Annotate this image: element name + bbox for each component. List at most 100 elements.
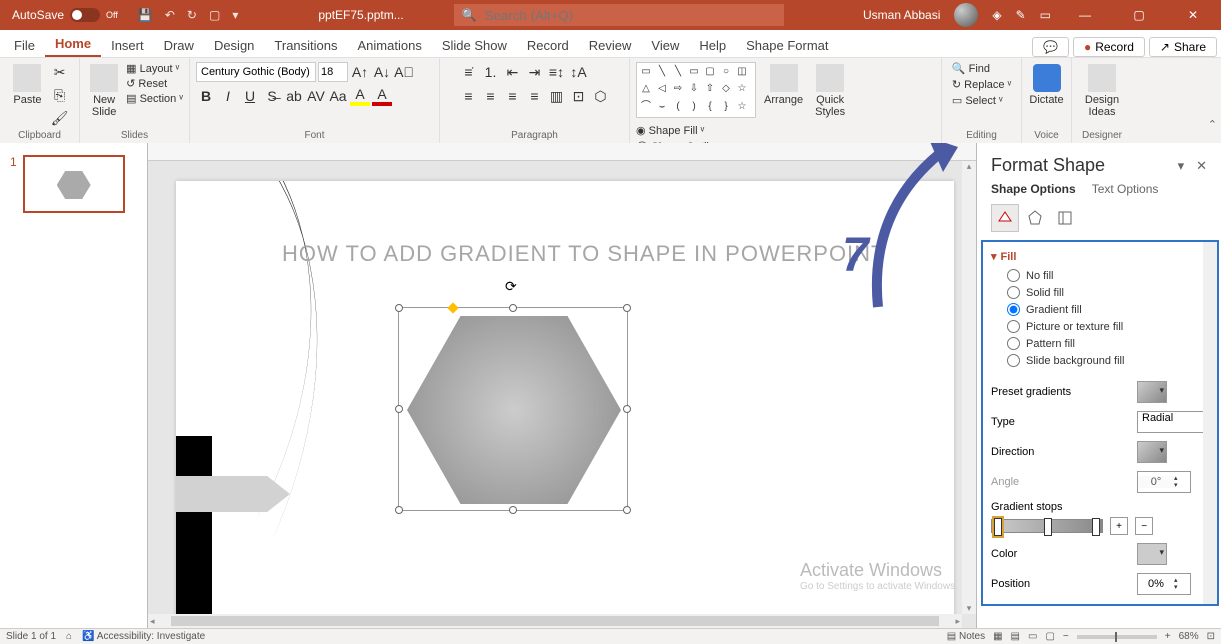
- opt-slide-bg-fill[interactable]: Slide background fill: [1007, 354, 1217, 367]
- quick-styles-button[interactable]: Quick Styles: [811, 62, 849, 120]
- username[interactable]: Usman Abbasi: [863, 8, 940, 22]
- cut-icon[interactable]: ✂: [50, 62, 70, 82]
- grow-font-icon[interactable]: A↑: [350, 62, 370, 82]
- reset-button[interactable]: ↺ Reset: [126, 77, 183, 90]
- accessibility-button[interactable]: ♿ Accessibility: Investigate: [82, 631, 205, 642]
- tab-draw[interactable]: Draw: [154, 34, 204, 57]
- present-icon[interactable]: ▢: [209, 8, 220, 22]
- tab-insert[interactable]: Insert: [101, 34, 154, 57]
- reading-view-icon[interactable]: ▭: [1028, 631, 1037, 642]
- tab-shape-options[interactable]: Shape Options: [991, 182, 1076, 196]
- fill-line-icon[interactable]: [991, 204, 1019, 232]
- edit-pane[interactable]: HOW TO ADD GRADIENT TO SHAPE IN POWERPOI…: [148, 143, 976, 628]
- slide-thumbnail[interactable]: 1: [10, 155, 137, 213]
- zoom-slider[interactable]: [1077, 635, 1157, 639]
- font-color-icon[interactable]: A: [372, 86, 392, 106]
- collapse-ribbon-icon[interactable]: ⌃: [1208, 118, 1217, 131]
- tab-shape-format[interactable]: Shape Format: [736, 34, 838, 57]
- find-button[interactable]: 🔍 Find: [952, 62, 990, 75]
- tab-design[interactable]: Design: [204, 34, 264, 57]
- shape-gallery[interactable]: ▭╲╲▭▢○◫ △◁⇨⇩⇧◇☆ ⌒⌣(){}☆: [636, 62, 756, 118]
- remove-stop-button[interactable]: −: [1135, 517, 1153, 535]
- rotate-handle[interactable]: ⟳: [505, 278, 517, 295]
- smartart-icon[interactable]: ⬡: [591, 86, 611, 106]
- opt-no-fill[interactable]: No fill: [1007, 269, 1217, 282]
- minimize-button[interactable]: —: [1065, 8, 1105, 22]
- pane-options-icon[interactable]: ▾: [1178, 158, 1185, 174]
- spacing-icon[interactable]: AV: [306, 86, 326, 106]
- fit-window-icon[interactable]: ⊡: [1207, 631, 1215, 642]
- resize-handle[interactable]: [623, 506, 631, 514]
- tab-transitions[interactable]: Transitions: [264, 34, 347, 57]
- hexagon-shape[interactable]: [407, 316, 621, 504]
- position-spinner[interactable]: ▴▾: [1137, 573, 1191, 595]
- qat-dropdown-icon[interactable]: ▾: [232, 8, 238, 22]
- arrow-shape[interactable]: [176, 476, 290, 512]
- scroll-right-icon[interactable]: ▸: [955, 616, 960, 627]
- ribbon-mode-icon[interactable]: ▭: [1040, 8, 1051, 22]
- tab-review[interactable]: Review: [579, 34, 642, 57]
- pane-scrollbar[interactable]: [1203, 242, 1217, 604]
- sorter-view-icon[interactable]: ▤: [1011, 631, 1020, 642]
- scroll-left-icon[interactable]: ◂: [150, 616, 155, 627]
- resize-handle[interactable]: [509, 304, 517, 312]
- numbering-icon[interactable]: 1.: [481, 62, 501, 82]
- align-left-icon[interactable]: ≡: [459, 86, 479, 106]
- resize-handle[interactable]: [395, 405, 403, 413]
- preset-gradient-button[interactable]: [1137, 381, 1167, 403]
- position-input[interactable]: [1138, 578, 1174, 590]
- select-button[interactable]: ▭ Select ᵛ: [952, 94, 1003, 107]
- toggle-off-icon[interactable]: [70, 8, 100, 22]
- paste-button[interactable]: Paste: [9, 62, 45, 108]
- tab-record[interactable]: Record: [517, 34, 579, 57]
- clear-format-icon[interactable]: A⃠: [394, 62, 414, 82]
- section-button[interactable]: ▤ Section ᵛ: [126, 92, 183, 105]
- resize-handle[interactable]: [395, 304, 403, 312]
- outdent-icon[interactable]: ⇤: [503, 62, 523, 82]
- resize-handle[interactable]: [623, 405, 631, 413]
- vertical-scrollbar[interactable]: ▴▾: [962, 161, 976, 614]
- italic-icon[interactable]: I: [218, 86, 238, 106]
- shape-selection-box[interactable]: ⟳: [398, 307, 628, 511]
- notes-button[interactable]: ▤ Notes: [947, 631, 985, 642]
- tab-slideshow[interactable]: Slide Show: [432, 34, 517, 57]
- opt-pattern-fill[interactable]: Pattern fill: [1007, 337, 1217, 350]
- color-button[interactable]: [1137, 543, 1167, 565]
- opt-picture-fill[interactable]: Picture or texture fill: [1007, 320, 1217, 333]
- gradient-stop-handle[interactable]: [1092, 518, 1100, 536]
- adjustment-handle[interactable]: [447, 302, 458, 313]
- close-pane-icon[interactable]: ✕: [1196, 158, 1207, 174]
- align-center-icon[interactable]: ≡: [481, 86, 501, 106]
- layout-button[interactable]: ▦ Layout ᵛ: [126, 62, 183, 75]
- normal-view-icon[interactable]: ▦: [993, 631, 1002, 642]
- font-size-input[interactable]: [318, 62, 348, 82]
- shrink-font-icon[interactable]: A↓: [372, 62, 392, 82]
- maximize-button[interactable]: ▢: [1119, 8, 1159, 22]
- resize-handle[interactable]: [509, 506, 517, 514]
- scroll-up-icon[interactable]: ▴: [967, 161, 972, 172]
- design-ideas-button[interactable]: Design Ideas: [1081, 62, 1123, 120]
- zoom-out-icon[interactable]: −: [1063, 631, 1069, 642]
- opt-gradient-fill[interactable]: Gradient fill: [1007, 303, 1217, 316]
- search-box[interactable]: 🔍: [454, 4, 784, 26]
- replace-button[interactable]: ↻ Replace ᵛ: [952, 78, 1011, 91]
- columns-icon[interactable]: ▥: [547, 86, 567, 106]
- tab-text-options[interactable]: Text Options: [1092, 182, 1159, 196]
- text-direction-icon[interactable]: ↕A: [569, 62, 589, 82]
- underline-icon[interactable]: U: [240, 86, 260, 106]
- bold-icon[interactable]: B: [196, 86, 216, 106]
- slide-canvas[interactable]: HOW TO ADD GRADIENT TO SHAPE IN POWERPOI…: [176, 181, 954, 619]
- coming-soon-icon[interactable]: ✎: [1016, 8, 1026, 22]
- fill-section-toggle[interactable]: ▾ Fill: [991, 250, 1217, 263]
- diamond-icon[interactable]: ◈: [992, 8, 1001, 22]
- autosave-toggle[interactable]: AutoSave Off: [12, 8, 118, 22]
- justify-icon[interactable]: ≡: [525, 86, 545, 106]
- redo-icon[interactable]: ↻: [187, 8, 197, 22]
- format-painter-icon[interactable]: 🖌: [50, 108, 70, 128]
- save-icon[interactable]: 💾: [138, 8, 153, 22]
- tab-file[interactable]: File: [4, 34, 45, 57]
- font-name-input[interactable]: [196, 62, 316, 82]
- slideshow-view-icon[interactable]: ▢: [1045, 631, 1054, 642]
- new-slide-button[interactable]: New Slide: [86, 62, 122, 120]
- gradient-stop-handle[interactable]: [994, 518, 1002, 536]
